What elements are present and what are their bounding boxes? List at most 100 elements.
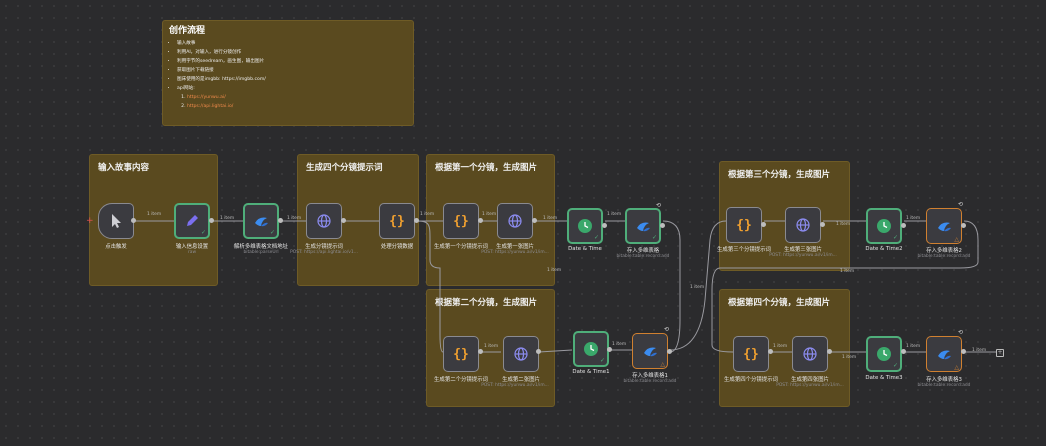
node-process-shots[interactable]: {} <box>379 203 415 239</box>
node-datetime-2[interactable]: ✓ <box>866 208 902 244</box>
output-port[interactable] <box>961 349 966 354</box>
node-manual-trigger[interactable] <box>98 203 134 239</box>
node-save-bitable-3[interactable]: ⟲ △ <box>926 329 963 372</box>
edge-label: 1 item <box>690 285 705 290</box>
add-node-button[interactable]: + <box>996 349 1004 357</box>
edge-label: 1 item <box>842 355 857 360</box>
node-shot1-image[interactable] <box>497 203 533 239</box>
edge-label: 1 item <box>840 269 855 274</box>
output-port[interactable] <box>478 349 483 354</box>
node-edit-fields[interactable]: ✓ <box>174 203 210 239</box>
edge-label: 1 item <box>972 348 987 353</box>
edge-label: 1 item <box>547 268 562 273</box>
output-port[interactable] <box>768 349 773 354</box>
output-port[interactable] <box>961 223 966 228</box>
success-check-icon: ✓ <box>269 229 275 236</box>
node-subtitle: bitable:table:record:add <box>917 254 971 259</box>
edge-label: 1 item <box>612 342 627 347</box>
edge-label: 1 item <box>484 344 499 349</box>
globe-icon <box>793 337 827 371</box>
edge-label: 1 item <box>773 344 788 349</box>
edge-label: 1 item <box>607 212 622 217</box>
output-port[interactable] <box>901 349 906 354</box>
braces-icon: {} <box>453 213 469 229</box>
node-shot4-prompt[interactable]: {} <box>733 336 769 372</box>
warning-icon: △ <box>954 364 959 371</box>
success-check-icon: ✓ <box>200 229 206 236</box>
braces-icon: {} <box>743 346 759 362</box>
node-parse-bitable-url[interactable]: ✓ <box>243 203 279 239</box>
warning-icon: △ <box>660 361 665 368</box>
output-port[interactable] <box>827 349 832 354</box>
output-port[interactable] <box>414 218 419 223</box>
output-port[interactable] <box>131 218 136 223</box>
edge-label: 1 item <box>906 344 921 349</box>
success-check-icon: ✓ <box>651 234 657 241</box>
node-shot2-image[interactable] <box>503 336 539 372</box>
node-label: 生成第二张图片 <box>502 377 540 383</box>
output-port[interactable] <box>607 347 612 352</box>
globe-icon <box>504 337 538 371</box>
node-shot2-prompt[interactable]: {} <box>443 336 479 372</box>
cursor-icon <box>99 204 133 238</box>
output-port[interactable] <box>602 223 607 228</box>
node-save-bitable-1[interactable]: ⟲ △ <box>632 326 669 369</box>
globe-icon <box>498 204 532 238</box>
node-subtitle: POST: https://yunwu.ai/v1/im... <box>776 383 844 388</box>
node-subtitle: POST: https://yunwu.ai/v1/im... <box>769 253 837 258</box>
node-subtitle: bitable:table:record:add <box>917 383 971 388</box>
globe-icon <box>786 208 820 242</box>
braces-icon: {} <box>453 346 469 362</box>
output-port[interactable] <box>209 218 214 223</box>
node-label: 存入多维表格 <box>626 248 660 254</box>
edge-label: 1 item <box>906 216 921 221</box>
node-datetime-3[interactable]: ✓ <box>866 336 902 372</box>
node-save-bitable-2[interactable]: ⟲ △ <box>926 201 963 244</box>
globe-icon <box>307 204 341 238</box>
node-subtitle: POST: https://yunwu.ai/v1/im... <box>481 383 549 388</box>
success-check-icon: ✓ <box>593 234 599 241</box>
add-trigger-icon[interactable]: + <box>86 216 94 226</box>
node-shot1-prompt[interactable]: {} <box>443 203 479 239</box>
success-check-icon: ✓ <box>599 357 605 364</box>
node-datetime-1[interactable]: ✓ <box>573 331 609 367</box>
output-port[interactable] <box>278 218 283 223</box>
node-shot3-image[interactable] <box>785 207 821 243</box>
refresh-icon[interactable]: ⟲ <box>656 202 661 209</box>
output-port[interactable] <box>536 349 541 354</box>
edge-label: 1 item <box>287 216 302 221</box>
node-datetime[interactable]: ✓ <box>567 208 603 244</box>
edge-label: 1 item <box>147 212 162 217</box>
refresh-icon[interactable]: ⟲ <box>958 329 963 336</box>
node-shot3-prompt[interactable]: {} <box>726 207 762 243</box>
refresh-icon[interactable]: ⟲ <box>664 326 669 333</box>
output-port[interactable] <box>478 218 483 223</box>
warning-icon: △ <box>954 236 959 243</box>
output-port[interactable] <box>341 218 346 223</box>
output-port[interactable] <box>820 222 825 227</box>
braces-icon: {} <box>389 213 405 229</box>
success-check-icon: ✓ <box>892 362 898 369</box>
output-port[interactable] <box>761 222 766 227</box>
edge-label: 1 item <box>420 212 435 217</box>
edge-label: 1 item <box>543 216 558 221</box>
braces-icon: {} <box>736 217 752 233</box>
edge-label: 1 item <box>836 222 851 227</box>
node-save-bitable[interactable]: ⟲ ✓ <box>625 202 661 244</box>
edge-label: 1 item <box>482 212 497 217</box>
output-port[interactable] <box>532 218 537 223</box>
success-check-icon: ✓ <box>892 234 898 241</box>
node-label: 存入多维表格3 <box>926 377 962 383</box>
output-port[interactable] <box>667 349 672 354</box>
output-port[interactable] <box>901 223 906 228</box>
node-label: 存入多维表格2 <box>926 248 962 254</box>
output-port[interactable] <box>660 223 665 228</box>
refresh-icon[interactable]: ⟲ <box>958 201 963 208</box>
node-shot4-image[interactable] <box>792 336 828 372</box>
node-subtitle: bitable:table:record:add <box>623 379 677 384</box>
node-subtitle: POST: https://api.lightai.io/v1... <box>290 250 358 255</box>
node-label: 存入多维表格1 <box>632 373 668 379</box>
node-subtitle: bitable:table:record:add <box>616 254 670 259</box>
edge-label: 1 item <box>220 216 235 221</box>
node-generate-prompts[interactable] <box>306 203 342 239</box>
